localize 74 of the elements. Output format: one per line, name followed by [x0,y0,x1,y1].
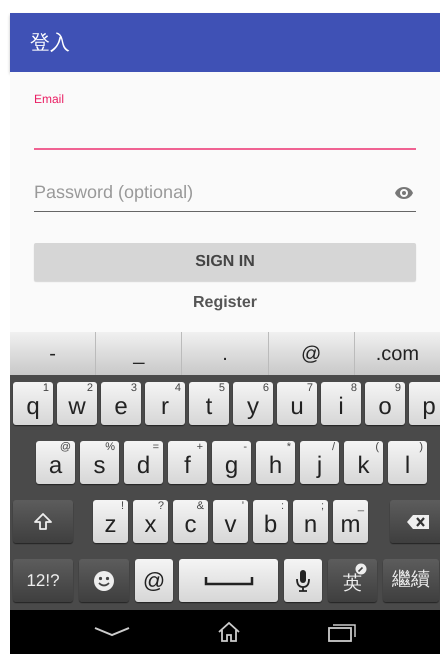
key[interactable]: : b [253,500,288,543]
at-key[interactable]: @ [135,559,173,602]
recent-apps-icon[interactable] [328,622,356,642]
app-bar-title: 登入 [30,30,70,56]
key-hint: 7 [306,383,313,394]
key-hint: / [332,442,335,453]
key-hint: ) [419,442,423,453]
key-hint: * [286,442,291,453]
backspace-key[interactable] [390,500,440,543]
key-hint: 2 [86,383,93,394]
key[interactable]: ) l [388,441,427,484]
key-hint: ? [158,501,164,512]
key[interactable]: ( k [344,441,383,484]
key[interactable]: 5 t [189,382,229,425]
key[interactable]: ' v [213,500,248,543]
smiley-icon [93,570,115,592]
key-hint: 1 [42,383,49,394]
key[interactable]: _ m [333,500,368,543]
key[interactable]: 9 o [365,382,405,425]
key-hint: : [280,501,284,512]
key[interactable]: ? x [133,500,168,543]
back-icon[interactable] [94,627,130,637]
key[interactable]: 3 e [101,382,141,425]
key-hint: 6 [262,383,269,394]
home-icon[interactable] [216,621,241,643]
password-field[interactable]: Password (optional) [34,174,392,211]
key[interactable]: & c [173,500,208,543]
key[interactable]: 2 w [57,382,97,425]
space-key[interactable] [179,559,278,602]
key[interactable]: - g [212,441,251,484]
language-key[interactable]: 英 [328,559,377,602]
key[interactable]: * h [256,441,295,484]
key[interactable]: 6 y [233,382,273,425]
email-label: Email [34,91,66,108]
symbols-key[interactable]: 12!? [13,559,73,602]
key-hint: 4 [174,383,181,394]
register-link[interactable]: Register [192,291,258,315]
backspace-icon [406,514,430,530]
key-hint: 8 [350,383,357,394]
key[interactable]: % s [80,441,119,484]
key[interactable]: p [409,382,440,425]
sign-in-button[interactable]: SIGN IN [34,243,416,281]
shift-icon [33,512,53,532]
key[interactable]: 8 i [321,382,361,425]
microphone-key[interactable] [284,559,322,602]
key-hint: ' [242,501,244,512]
key[interactable]: @ a [36,441,75,484]
key-hint: & [196,501,204,512]
key-hint: % [105,442,115,453]
key-hint: 9 [394,383,401,394]
key-hint: = [152,442,159,453]
key[interactable]: / j [300,441,339,484]
key[interactable]: = d [124,441,163,484]
key[interactable]: 7 u [277,382,317,425]
key-hint: - [243,442,247,453]
key[interactable]: ! z [93,500,128,543]
emoji-key[interactable] [79,559,129,602]
microphone-icon [295,568,311,592]
key-hint: ! [120,501,124,512]
key-hint: _ [358,501,364,512]
space-icon [204,576,254,586]
shift-key[interactable] [13,500,73,543]
key-hint: 3 [130,383,137,394]
suggestion[interactable]: - [10,332,96,375]
key[interactable]: ; n [293,500,328,543]
key-hint: ( [375,442,379,453]
key-hint: @ [60,442,71,453]
key[interactable]: + f [168,441,207,484]
action-key[interactable]: 繼續 [383,559,439,602]
key-hint: 5 [218,383,225,394]
key-hint: ; [320,501,324,512]
key-hint: + [196,442,203,453]
key[interactable]: 4 r [145,382,185,425]
key[interactable]: 1 q [13,382,53,425]
